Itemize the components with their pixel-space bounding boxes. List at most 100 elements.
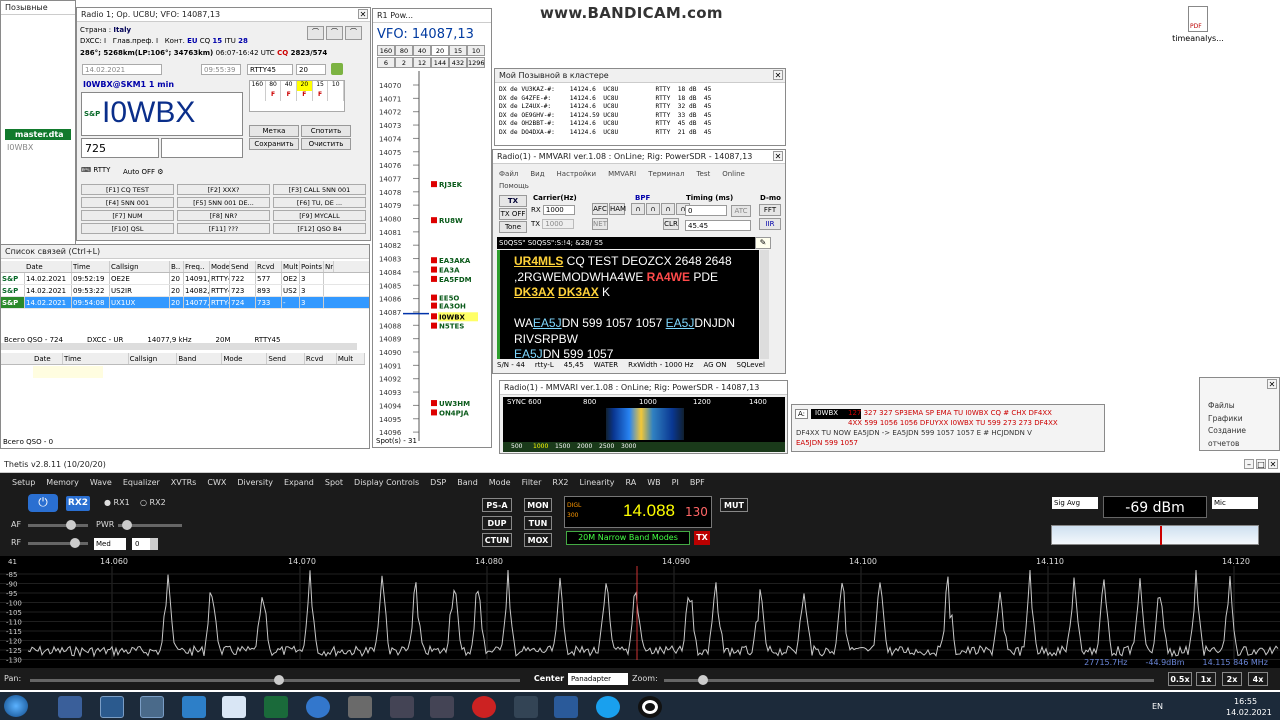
thetis-menu-item[interactable]: Filter <box>522 478 542 487</box>
function-key-5[interactable]: [F5] 5NN 001 DE... <box>177 197 270 208</box>
bandmap-spot[interactable]: N5TES <box>439 323 464 331</box>
cluster-row[interactable]: DX de VU3KAZ-#: 14124.6 UC8U RTTY 18 dB … <box>499 86 711 95</box>
mon-button[interactable]: MON <box>524 498 552 512</box>
mmvari-menu-item[interactable]: Test <box>696 168 710 180</box>
ps-a-button[interactable]: PS-A <box>482 498 512 512</box>
popup-item[interactable]: Создание отчетов <box>1208 425 1279 450</box>
popup-item[interactable]: Графики <box>1208 413 1279 426</box>
rx-carrier-input[interactable]: 1000 <box>542 205 575 215</box>
taskbar-app-icon[interactable] <box>348 696 372 718</box>
mic-select[interactable]: Mic <box>1212 497 1258 509</box>
bandmap-band-button[interactable]: 15 <box>449 45 467 56</box>
rx-text-segment[interactable]: DK3AX <box>558 285 599 299</box>
filter-icon[interactable]: ∩ <box>646 203 660 215</box>
bandmap-spot[interactable]: EA3OH <box>439 303 466 311</box>
radio1-window-controls[interactable]: ✕ <box>358 9 368 19</box>
thetis-menu-item[interactable]: Equalizer <box>123 478 160 487</box>
taskbar-app-icon[interactable] <box>514 696 538 718</box>
log-row[interactable]: S&P14.02.202109:53:22US2IR2014082,4RTTY4… <box>1 285 369 297</box>
log2-column-header[interactable]: Send <box>267 353 305 364</box>
rx-text-segment[interactable]: UR4MLS <box>514 254 563 268</box>
tx-button[interactable]: TX <box>499 195 527 207</box>
rx-text-segment[interactable]: DK3AX <box>514 285 555 299</box>
log2-column-header[interactable]: Date <box>33 353 64 364</box>
zoom-2x-button[interactable]: 2x <box>1222 672 1242 686</box>
taskbar-app-icon[interactable] <box>182 696 206 718</box>
log-column-header[interactable]: Date <box>25 261 72 272</box>
log-column-header[interactable]: Mode <box>210 261 230 272</box>
minimize-icon[interactable]: – <box>1244 459 1254 469</box>
band-grid-cell[interactable]: F <box>313 91 329 101</box>
log-column-header[interactable]: Time <box>72 261 110 272</box>
band-grid-cell[interactable]: F <box>297 91 313 101</box>
rx-text-segment[interactable]: EA5J <box>533 316 562 330</box>
thetis-menu-item[interactable]: Diversity <box>237 478 273 487</box>
function-key-1[interactable]: [F1] CQ TEST <box>81 184 174 195</box>
popup-item[interactable]: Управление <box>1208 450 1279 451</box>
thetis-menu-item[interactable]: RA <box>626 478 637 487</box>
start-button[interactable] <box>4 695 28 717</box>
thetis-menu-item[interactable]: DSP <box>430 478 446 487</box>
log2-column-header[interactable]: Band <box>177 353 223 364</box>
rx-text-segment[interactable]: RA4WE <box>647 270 690 284</box>
bandmap-band-button[interactable]: 1296 <box>467 57 485 68</box>
taskbar-app-icon[interactable] <box>596 696 620 718</box>
save-button[interactable]: Сохранить <box>249 138 299 150</box>
thetis-menu-item[interactable]: Display Controls <box>354 478 419 487</box>
log2-column-header[interactable]: Callsign <box>129 353 178 364</box>
bandmap-spot[interactable]: EA5FDM <box>439 276 472 284</box>
thetis-menu-item[interactable]: Spot <box>325 478 343 487</box>
time-field[interactable]: 09:55:39 <box>201 64 241 75</box>
cluster-row[interactable]: DX de G4ZFE-#: 14124.6 UC8U RTTY 18 dB 4… <box>499 95 711 104</box>
pwr-slider[interactable] <box>118 520 182 530</box>
wave-icon[interactable]: ⌒ <box>345 26 362 40</box>
bandmap-band-button[interactable]: 160 <box>377 45 395 56</box>
mmvari-menu-item[interactable]: MMVARI <box>608 168 636 180</box>
mode-select[interactable]: RTTY45 <box>247 64 293 75</box>
band-grid-cell[interactable] <box>250 91 266 101</box>
function-key-12[interactable]: [F12] QSO B4 <box>273 223 366 234</box>
thetis-menu-item[interactable]: BPF <box>690 478 705 487</box>
power-button[interactable]: ⏻ <box>28 494 58 512</box>
taskbar-app-icon[interactable] <box>264 696 288 718</box>
close-icon[interactable]: ✕ <box>773 70 783 80</box>
rst-input[interactable]: 725 <box>81 138 159 158</box>
thetis-menu-item[interactable]: Linearity <box>580 478 615 487</box>
log2-column-header[interactable]: Rcvd <box>305 353 337 364</box>
agc-select[interactable]: Med <box>94 538 126 550</box>
log-row[interactable]: S&P14.02.202109:52:19OE2E2014091,3RTTY45… <box>1 273 369 285</box>
mark-button[interactable]: Метка <box>249 125 299 137</box>
log-column-header[interactable]: Nr <box>324 261 334 272</box>
log-column-header[interactable]: Mult <box>282 261 300 272</box>
display-mode-select[interactable]: Panadapter <box>568 673 628 685</box>
log-column-header[interactable]: Send <box>230 261 256 272</box>
log-column-header[interactable]: B.. <box>170 261 184 272</box>
function-key-11[interactable]: [F11] ??? <box>177 223 270 234</box>
log-scrollbar[interactable] <box>1 343 357 350</box>
function-key-8[interactable]: [F8] NR? <box>177 210 270 221</box>
bandmap-band-button[interactable]: 80 <box>395 45 413 56</box>
log2-column-header[interactable]: Mode <box>222 353 268 364</box>
ham-button[interactable]: HAM <box>609 203 626 215</box>
cluster-row[interactable]: DX de OH2BBT-#: 14124.6 UC8U RTTY 45 dB … <box>499 120 711 129</box>
zoom-4x-button[interactable]: 4x <box>1248 672 1268 686</box>
cluster-row[interactable]: DX de LZ4UX-#: 14124.6 UC8U RTTY 32 dB 4… <box>499 103 711 112</box>
desktop-pdf-icon[interactable]: PDF timeanalys... <box>1170 6 1226 50</box>
bandmap-band-button[interactable]: 20 <box>431 45 449 56</box>
thetis-menu-item[interactable]: Expand <box>284 478 314 487</box>
close-icon[interactable]: ✕ <box>1268 459 1278 469</box>
close-icon[interactable]: ✕ <box>1267 379 1277 389</box>
rx2-button[interactable]: RX2 <box>66 496 90 511</box>
mmvari-menu-item[interactable]: Настройки <box>557 168 597 180</box>
lookup-icon[interactable] <box>331 63 343 75</box>
wave-icon[interactable]: ⌒ <box>326 26 343 40</box>
function-key-6[interactable]: [F6] TU, DE ... <box>273 197 366 208</box>
bandmap-spot[interactable]: UW3HM <box>439 400 470 408</box>
function-key-4[interactable]: [F4] 5NN 001 <box>81 197 174 208</box>
bandmap-spot[interactable]: I0WBX <box>439 313 466 321</box>
bandmap-spot[interactable]: EA3AKA <box>439 257 471 265</box>
band-grid-cell[interactable]: F <box>266 91 282 101</box>
taskbar-app-icon[interactable] <box>554 696 578 718</box>
mmvari-menu-item[interactable]: Вид <box>530 168 544 180</box>
function-key-7[interactable]: [F7] NUM <box>81 210 174 221</box>
